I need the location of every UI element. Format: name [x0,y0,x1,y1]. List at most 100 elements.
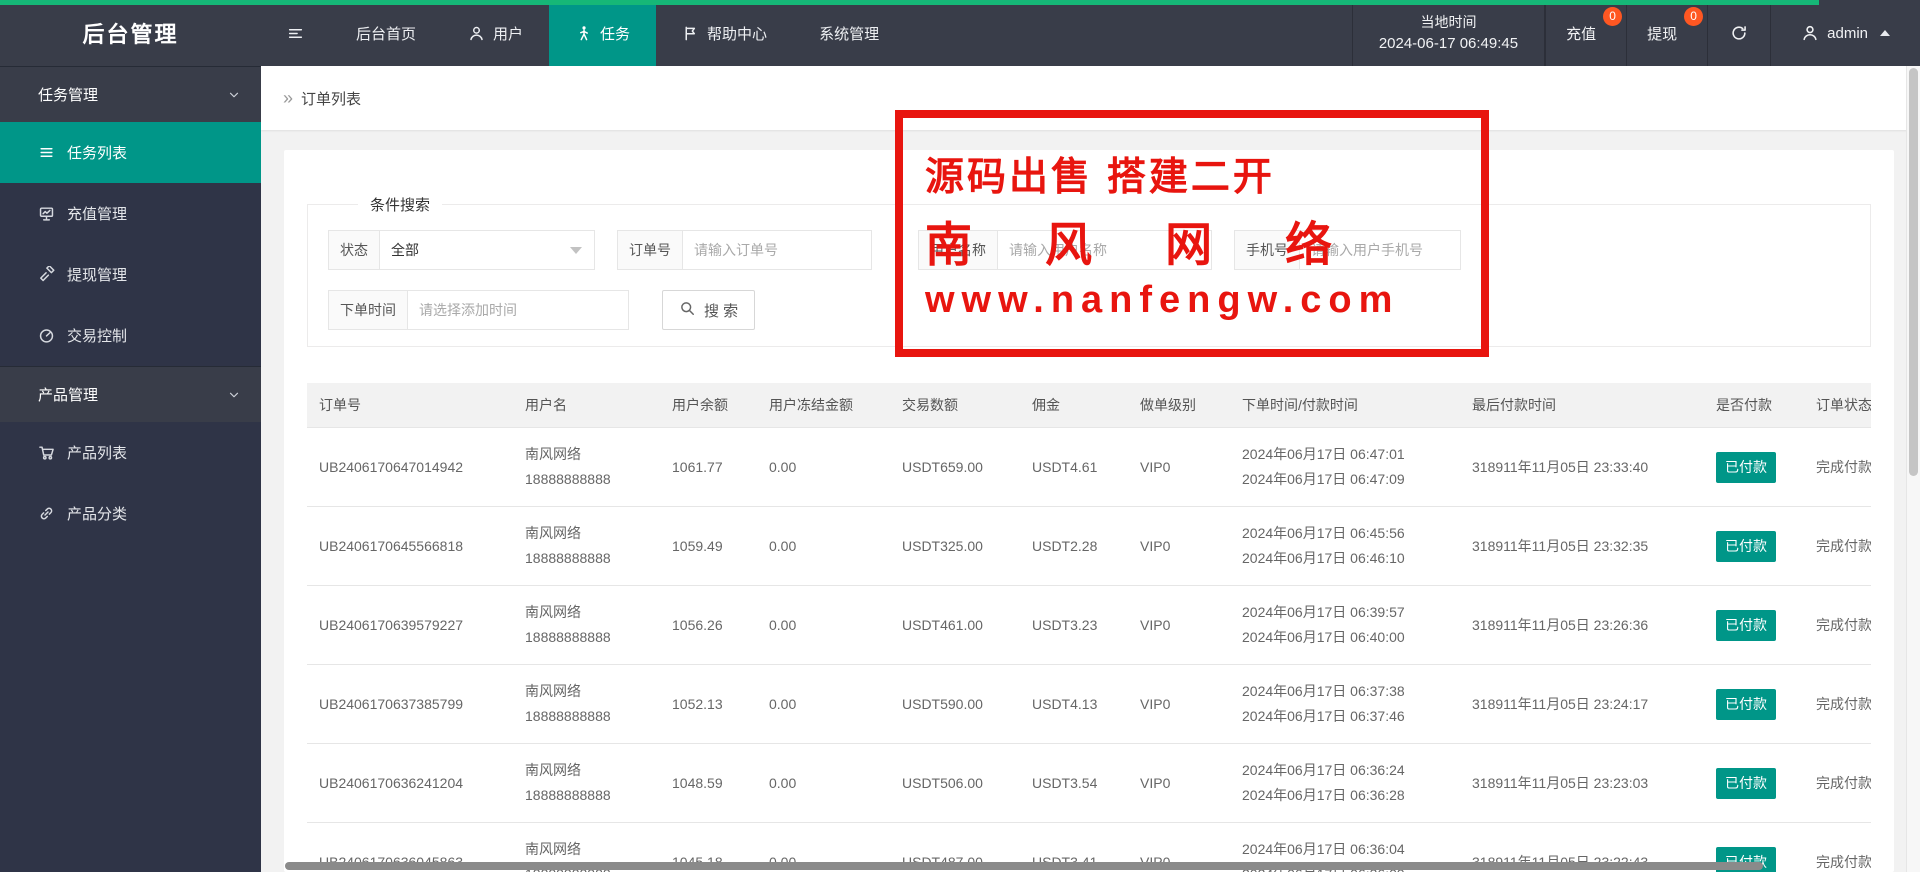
recharge-label: 充值 [1566,25,1597,43]
order-no-cell: UB2406170636241204 [307,743,513,823]
topbar-nav-menu-toggle[interactable] [261,0,330,66]
order-status-cell: 完成付款 [1804,506,1871,586]
status-label: 状态 [328,230,379,270]
chevron-up-icon [1880,30,1890,36]
pay-time: 2024年06月17日 06:47:09 [1242,471,1405,487]
username-input[interactable] [1009,242,1200,258]
local-time: 当地时间 2024-06-17 06:49:45 [1351,0,1546,66]
pay-time: 2024年06月17日 06:36:28 [1242,787,1405,803]
sidebar-item-trade-control[interactable]: 交易控制 [0,305,261,366]
user-cell: 南风网络 18888888888 [513,585,660,665]
commission-cell: USDT3.54 [1020,743,1128,823]
table-header-row: 订单号 用户名 用户余额 用户冻结金额 交易数额 佣金 做单级别 下单时间/付款时间 最后付款时… [307,383,1871,428]
sidebar-item-recharge-management[interactable]: 充值管理 [0,183,261,244]
sidebar-section-label: 任务管理 [38,87,99,104]
column-header: 订单号 [307,383,513,428]
topbar-nav-label: 后台首页 [356,25,417,43]
refresh-button[interactable] [1707,0,1770,66]
commission-cell: USDT4.13 [1020,664,1128,744]
vertical-scrollbar[interactable] [1906,66,1920,872]
withdraw-button[interactable]: 提现 0 [1626,0,1707,66]
paid-cell: 已付款 [1704,743,1804,823]
user-name: 南风网络 [525,841,581,857]
recharge-button[interactable]: 充值 0 [1545,0,1626,66]
frozen-cell: 0.00 [757,743,890,823]
username-filter: 用户名称 [918,230,1212,270]
withdraw-badge: 0 [1684,7,1704,26]
balance-cell: 1061.77 [660,427,757,507]
user-name: 南风网络 [525,604,581,620]
link-icon [38,505,55,522]
withdraw-label: 提现 [1647,25,1678,43]
order-list-card: 条件搜索 状态 全部 订单号 用户名称 [284,150,1894,872]
status-select[interactable]: 全部 [379,230,595,270]
order-time: 2024年06月17日 06:47:01 [1242,446,1405,462]
balance-cell: 1059.49 [660,506,757,586]
sidebar-item-product-list[interactable]: 产品列表 [0,422,261,483]
search-button[interactable]: 搜 索 [662,290,756,330]
menu-toggle-icon [287,25,304,42]
list-icon [38,144,55,161]
user-name: 南风网络 [525,446,581,462]
topbar-nav-system[interactable]: 系统管理 [793,0,905,66]
topbar-nav-users[interactable]: 用户 [442,0,549,66]
user-phone: 18888888888 [525,708,611,724]
times-cell: 2024年06月17日 06:45:56 2024年06月17日 06:46:10 [1230,506,1460,586]
commission-cell: USDT3.23 [1020,585,1128,665]
phone-input[interactable] [1311,242,1449,258]
refresh-icon [1730,24,1748,42]
amount-cell: USDT461.00 [890,585,1020,665]
topbar-nav-label: 帮助中心 [707,25,768,43]
sidebar-section-product-management[interactable]: 产品管理 [0,366,261,422]
sidebar-item-withdraw-management[interactable]: 提现管理 [0,244,261,305]
order-no-cell: UB2406170637385799 [307,664,513,744]
order-time-input[interactable] [419,302,617,318]
column-header: 用户余额 [660,383,757,428]
order-status-cell: 完成付款 [1804,585,1871,665]
level-cell: VIP0 [1128,506,1230,586]
user-cell: 南风网络 18888888888 [513,743,660,823]
gavel-icon [38,266,55,283]
sidebar-item-label: 产品分类 [67,506,128,523]
topbar-nav-help-center[interactable]: 帮助中心 [656,0,793,66]
order-time-filter: 下单时间 [328,290,629,330]
topbar-nav-label: 用户 [493,25,524,43]
sidebar-item-label: 产品列表 [67,445,128,462]
topbar: 后台管理 后台首页 用户 任务 帮助中心 系统管理 当地时间 2024-06-17 06… [0,0,1920,66]
horizontal-scrollbar[interactable] [285,862,1895,870]
order-no-input[interactable] [694,242,860,258]
page-title: 订单列表 [301,90,362,108]
horizontal-scrollbar-thumb[interactable] [285,862,1763,870]
status-filter: 状态 全部 [328,230,595,270]
phone-label: 手机号 [1234,230,1299,270]
table-row: UB2406170639579227 南风网络 18888888888 1056.26… [307,585,1871,665]
sidebar-item-task-list[interactable]: 任务列表 [0,122,261,183]
sidebar-item-label: 充值管理 [67,206,128,223]
paid-cell: 已付款 [1704,664,1804,744]
local-time-label: 当地时间 [1420,14,1477,30]
order-time: 2024年06月17日 06:36:24 [1242,762,1405,778]
search-icon [679,300,696,321]
paid-status-badge: 已付款 [1716,688,1776,720]
gauge-icon [38,327,55,344]
sidebar-item-product-category[interactable]: 产品分类 [0,483,261,544]
last-pay-time-cell: 318911年11月05日 23:33:40 [1460,427,1704,507]
sidebar-section-task-management[interactable]: 任务管理 [0,66,261,122]
last-pay-time-cell: 318911年11月05日 23:32:35 [1460,506,1704,586]
balance-cell: 1048.59 [660,743,757,823]
order-no-filter: 订单号 [617,230,872,270]
topbar-nav-home[interactable]: 后台首页 [330,0,442,66]
admin-menu[interactable]: admin [1770,0,1920,66]
topbar-nav-label: 任务 [600,25,631,43]
sidebar-section-label: 产品管理 [38,387,99,404]
breadcrumb: » 订单列表 [261,66,1920,130]
vertical-scrollbar-thumb[interactable] [1909,68,1918,476]
user-name: 南风网络 [525,762,581,778]
paid-status-badge: 已付款 [1716,767,1776,799]
topbar-nav-tasks[interactable]: 任务 [549,0,657,66]
user-name: 南风网络 [525,683,581,699]
last-pay-time-cell: 318911年11月05日 23:24:17 [1460,664,1704,744]
balance-cell: 1052.13 [660,664,757,744]
frozen-cell: 0.00 [757,427,890,507]
order-time: 2024年06月17日 06:45:56 [1242,525,1405,541]
